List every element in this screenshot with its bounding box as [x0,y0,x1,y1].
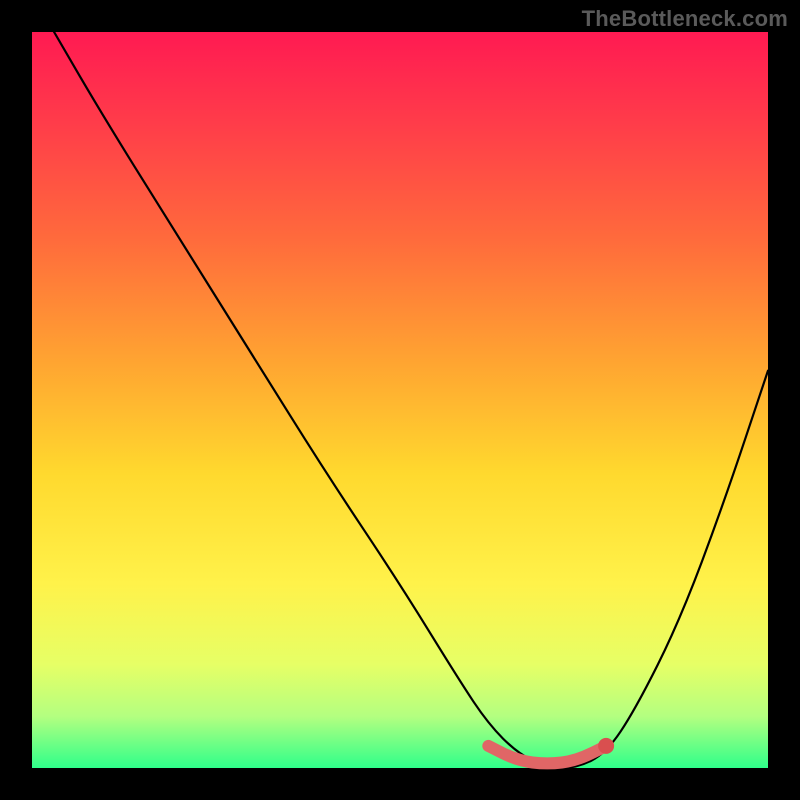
optimal-marker [598,738,614,754]
chart-frame: TheBottleneck.com [0,0,800,800]
chart-gradient-background [32,32,768,768]
watermark-text: TheBottleneck.com [582,6,788,32]
bottleneck-chart [0,0,800,800]
